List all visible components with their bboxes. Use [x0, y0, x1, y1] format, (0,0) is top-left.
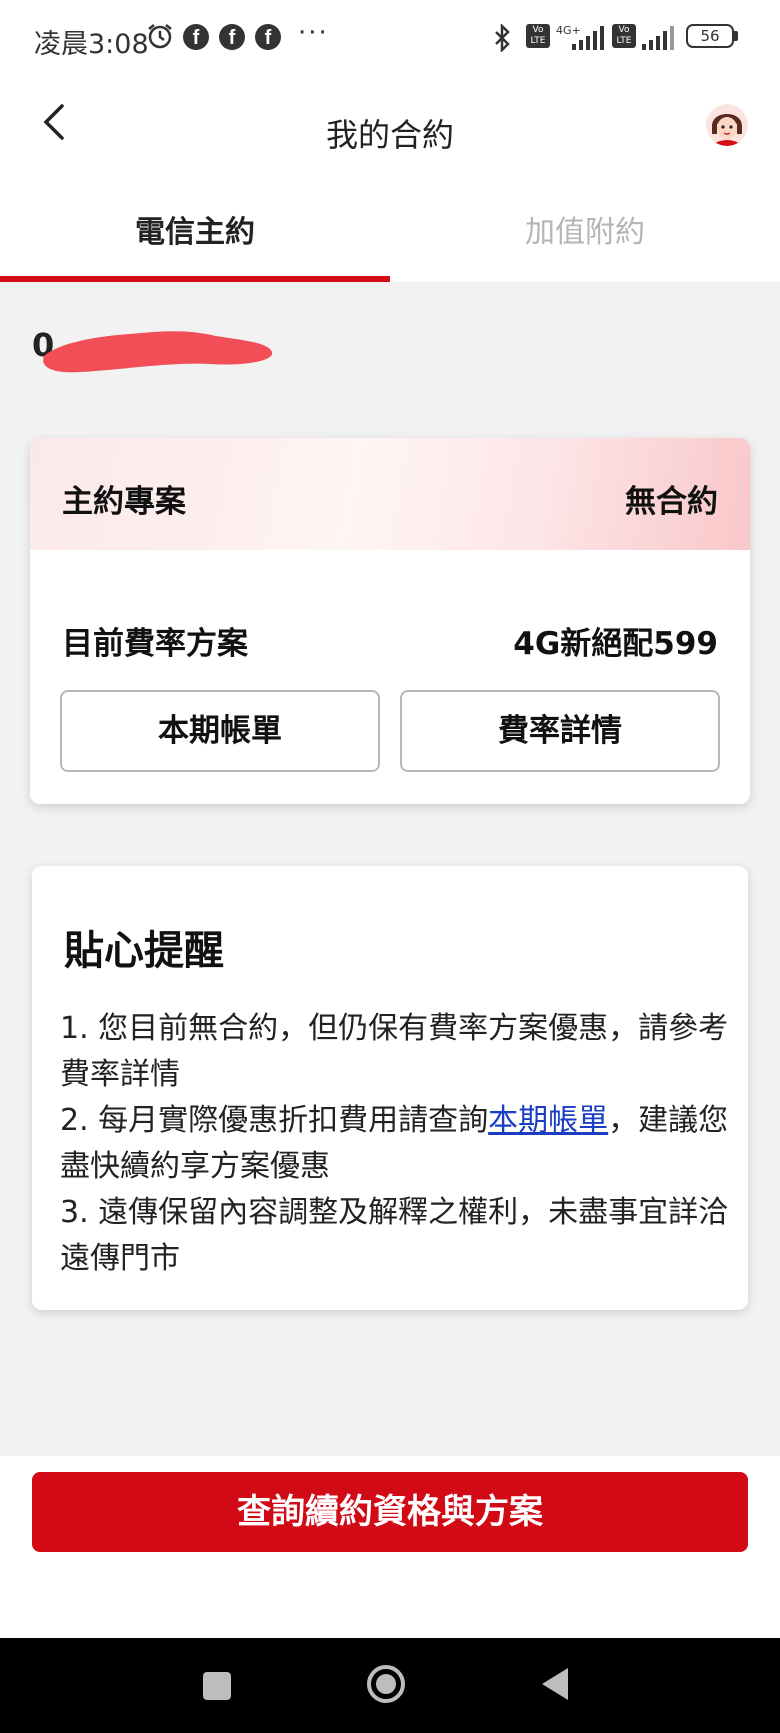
current-bill-button[interactable]: 本期帳單: [60, 690, 380, 772]
current-plan-value: 4G新絕配599: [513, 626, 718, 662]
avatar-icon: [706, 104, 748, 146]
volte-icon: Vo LTE: [612, 24, 636, 48]
recent-apps-icon[interactable]: [203, 1672, 231, 1700]
reminder-card: 貼心提醒 1. 您目前無合約，但仍保有費率方案優惠，請參考費率詳情 2. 每月實…: [32, 866, 748, 1310]
contract-card: 主約專案 無合約 目前費率方案 4G新絕配599 本期帳單 費率詳情: [30, 438, 750, 804]
status-time: 凌晨3:08: [34, 29, 149, 60]
bottom-action-area: 查詢續約資格與方案: [0, 1456, 780, 1638]
facebook-icon: f: [219, 24, 245, 50]
volte-icon: Vo LTE: [526, 24, 550, 48]
rate-details-button[interactable]: 費率詳情: [400, 690, 720, 772]
facebook-icon: f: [183, 24, 209, 50]
status-bar: 凌晨3:08 f f f ··· Vo LTE 4G+ Vo LTE 56: [0, 0, 780, 80]
app-header: 我的合約: [0, 80, 780, 180]
bluetooth-icon: [495, 24, 510, 52]
reminder-title: 貼心提醒: [64, 928, 224, 974]
reminder-item: 3. 遠傳保留內容調整及解釋之權利，未盡事宜詳洽遠傳門市: [60, 1195, 729, 1276]
contract-type-value: 無合約: [625, 484, 718, 520]
more-notifications-icon: ···: [298, 18, 329, 48]
tab-bar: 電信主約 加值附約: [0, 180, 780, 282]
reminder-item: 1. 您目前無合約，但仍保有費率方案優惠，請參考費率詳情: [60, 1011, 729, 1092]
reminder-text: 2. 每月實際優惠折扣費用請查詢: [60, 1103, 489, 1138]
check-renewal-button[interactable]: 查詢續約資格與方案: [32, 1472, 748, 1552]
battery-tip: [734, 31, 738, 41]
battery-icon: 56: [686, 24, 734, 48]
current-bill-link[interactable]: 本期帳單: [488, 1103, 608, 1138]
contract-header: 主約專案 無合約: [30, 438, 750, 550]
signal-icon: [642, 26, 674, 50]
contract-type-label: 主約專案: [62, 484, 186, 520]
tab-main-contract[interactable]: 電信主約: [0, 180, 390, 282]
avatar[interactable]: [706, 104, 748, 146]
system-navigation-bar: [0, 1638, 780, 1733]
nav-back-icon[interactable]: [540, 1666, 570, 1702]
redaction-mark: [43, 331, 273, 373]
page-title: 我的合約: [325, 116, 454, 154]
alarm-icon: [148, 24, 172, 49]
reminder-list: 1. 您目前無合約，但仍保有費率方案優惠，請參考費率詳情 2. 每月實際優惠折扣…: [60, 1006, 730, 1282]
reminder-item: 2. 每月實際優惠折扣費用請查詢本期帳單，建議您盡快續約享方案優惠: [60, 1098, 730, 1190]
home-icon[interactable]: [366, 1664, 406, 1704]
signal-icon: [572, 26, 604, 50]
active-tab-indicator: [0, 276, 390, 282]
facebook-icon: f: [255, 24, 281, 50]
current-plan-label: 目前費率方案: [62, 626, 248, 662]
tab-addon-contract[interactable]: 加值附約: [390, 180, 780, 282]
